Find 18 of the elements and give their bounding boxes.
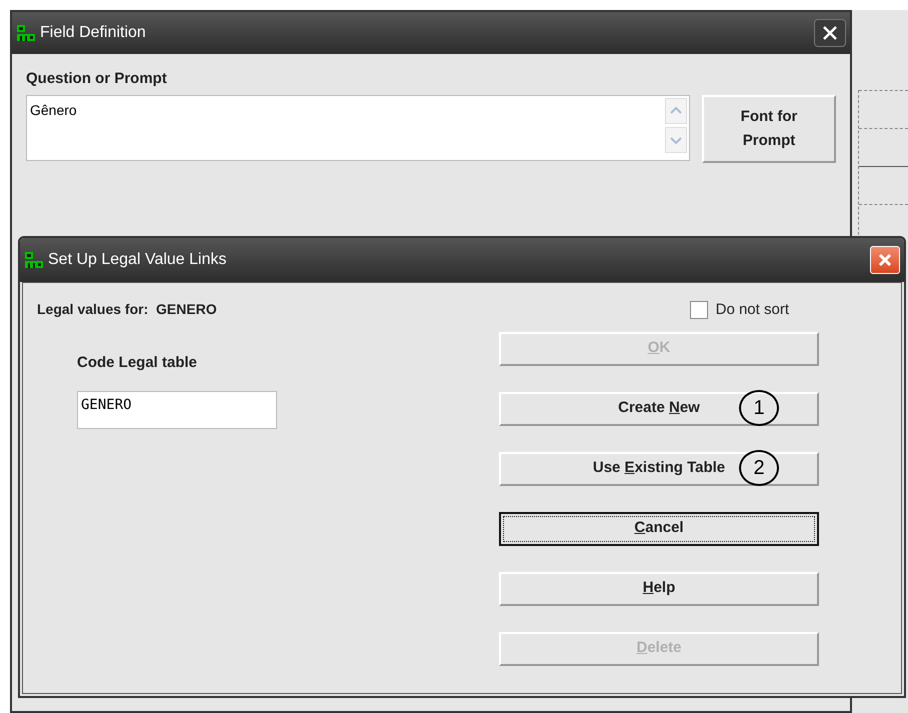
code-legal-table-label: Code Legal table [77, 353, 198, 373]
prompt-label: Question or Prompt [26, 69, 168, 89]
do-not-sort-label: Do not sort [716, 300, 789, 320]
close-icon [822, 25, 838, 41]
font-for-prompt-button[interactable]: Font for Prompt [702, 94, 836, 162]
window-title: Field Definition [40, 23, 146, 43]
close-icon [878, 253, 892, 267]
annotation-circle: 2 [739, 450, 779, 486]
close-button[interactable] [814, 19, 846, 47]
annotation-circle: 1 [739, 390, 779, 426]
app-logo-icon [24, 251, 44, 269]
dialog-button[interactable]: Cancel [499, 512, 819, 546]
app-logo-icon [16, 24, 36, 42]
dialog-title: Set Up Legal Value Links [48, 250, 226, 270]
code-legal-table-field[interactable]: GENERO [77, 390, 277, 428]
legal-values-label: Legal values for: GENERO [37, 300, 218, 319]
dialog-button[interactable]: Help [499, 572, 819, 606]
do-not-sort-checkbox[interactable] [690, 301, 708, 320]
